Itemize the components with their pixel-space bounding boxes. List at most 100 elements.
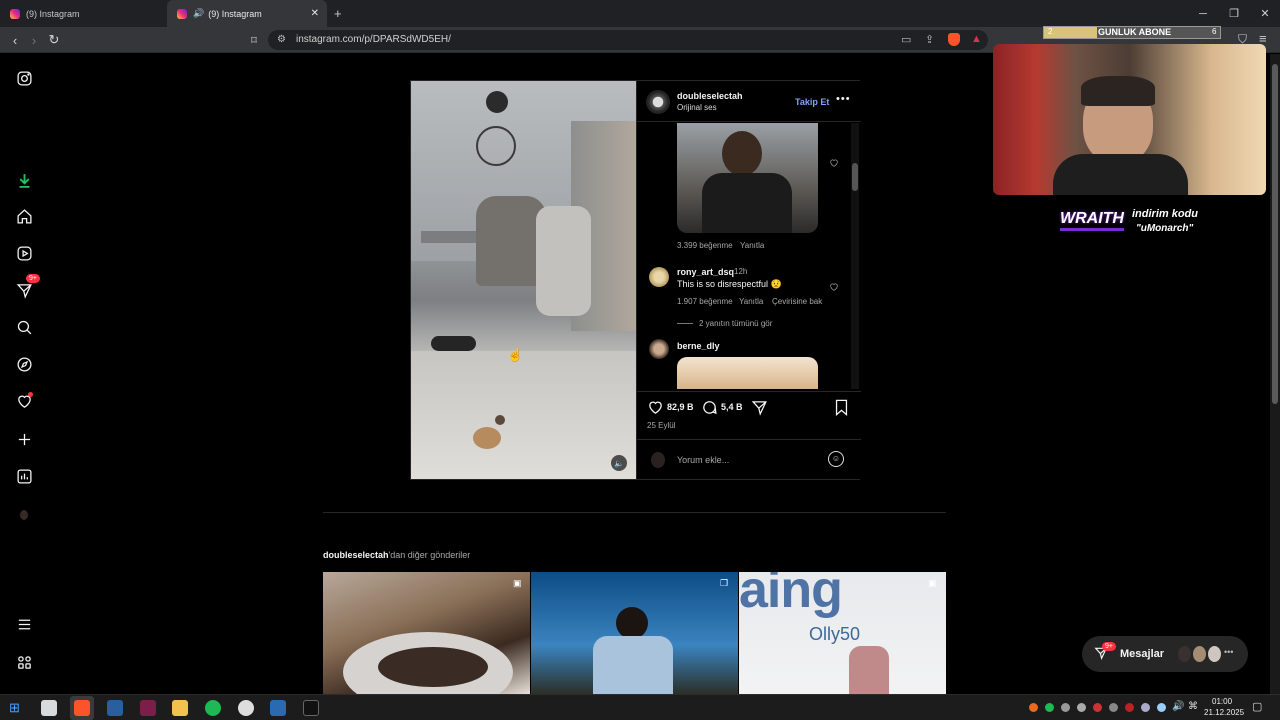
start-icon[interactable]: ⊞ bbox=[9, 700, 20, 716]
audio-label[interactable]: Orijinal ses bbox=[677, 103, 717, 112]
share-icon[interactable] bbox=[751, 399, 768, 421]
commenter-username[interactable]: rony_art_dsq bbox=[677, 267, 734, 277]
also-from-meta-icon[interactable] bbox=[14, 652, 34, 672]
like-count[interactable]: 82,9 B bbox=[667, 402, 694, 412]
brave-taskbar-icon[interactable] bbox=[74, 700, 90, 716]
reload-icon[interactable]: ↻ bbox=[45, 31, 63, 49]
post-sidebar: doubleselectah Orijinal ses Takip Et •••… bbox=[636, 81, 861, 479]
tray-icon[interactable] bbox=[1077, 703, 1086, 712]
forward-icon[interactable]: › bbox=[25, 31, 43, 49]
notifications-heart-icon[interactable] bbox=[14, 391, 34, 411]
new-tab-button[interactable]: + bbox=[334, 0, 350, 27]
app-taskbar-icon[interactable] bbox=[140, 700, 156, 716]
comment-count[interactable]: 5,4 B bbox=[721, 402, 743, 412]
more-menu-icon[interactable] bbox=[14, 614, 34, 634]
mouse-cursor: ☝ bbox=[507, 347, 524, 362]
like-comment-icon[interactable] bbox=[829, 155, 839, 173]
tray-icon[interactable] bbox=[1109, 703, 1118, 712]
share-icon[interactable]: ⇪ bbox=[925, 33, 934, 46]
reels-icon[interactable] bbox=[14, 243, 34, 263]
tray-icon[interactable] bbox=[1141, 703, 1150, 712]
brave-rewards-icon[interactable]: ▲ bbox=[971, 33, 982, 45]
messages-button[interactable]: 9+ Mesajlar ••• bbox=[1082, 636, 1248, 672]
page-scrollbar[interactable] bbox=[1270, 54, 1280, 694]
volume-icon[interactable]: 🔊 bbox=[1172, 701, 1184, 712]
comment-likes[interactable]: 1.907 beğenme bbox=[677, 297, 733, 306]
reel-icon: ▣ bbox=[513, 578, 522, 588]
home-icon[interactable] bbox=[14, 206, 34, 226]
like-comment-icon[interactable] bbox=[829, 279, 839, 297]
instagram-logo-icon[interactable] bbox=[14, 68, 34, 88]
more-posts-author[interactable]: doubleselectah bbox=[323, 550, 389, 560]
more-post-thumb-3[interactable]: aing Olly50 ▣ bbox=[739, 572, 946, 694]
explore-icon[interactable] bbox=[14, 354, 34, 374]
store-icon[interactable] bbox=[41, 700, 57, 716]
comment-icon[interactable] bbox=[701, 399, 718, 421]
comments-scrollbar[interactable] bbox=[851, 123, 859, 389]
site-settings-icon[interactable]: ⚙ bbox=[277, 34, 286, 45]
spotify-icon[interactable] bbox=[205, 700, 221, 716]
conversation-avatar bbox=[1178, 646, 1191, 662]
file-explorer-icon[interactable] bbox=[172, 700, 188, 716]
post-video[interactable]: 🔈 ☝ bbox=[411, 81, 636, 479]
download-extension-icon[interactable] bbox=[14, 170, 34, 190]
reply-link[interactable]: Yanıtla bbox=[740, 241, 764, 250]
more-icon: ••• bbox=[1224, 647, 1234, 657]
view-replies-link[interactable]: 2 yanıtın tümünü gör bbox=[699, 319, 772, 328]
steam-taskbar-icon[interactable] bbox=[107, 700, 123, 716]
network-icon[interactable]: ⌘ bbox=[1188, 701, 1198, 712]
clock-time[interactable]: 01:00 bbox=[1212, 697, 1232, 706]
tray-icon[interactable] bbox=[1061, 703, 1070, 712]
bookmark-icon[interactable]: ⌑ bbox=[245, 31, 263, 49]
save-icon[interactable] bbox=[834, 399, 849, 421]
comment-likes[interactable]: 3.399 beğenme bbox=[677, 241, 733, 250]
comment-input[interactable]: Yorum ekle... bbox=[677, 455, 729, 465]
chair bbox=[536, 206, 591, 316]
close-window-icon[interactable]: ✕ bbox=[1250, 0, 1280, 27]
author-avatar[interactable] bbox=[646, 90, 670, 114]
tab-instagram-1[interactable]: (9) Instagram bbox=[0, 0, 165, 27]
commenter-avatar[interactable] bbox=[649, 339, 669, 359]
mute-icon[interactable]: 🔈 bbox=[611, 455, 627, 471]
minimize-icon[interactable]: ─ bbox=[1188, 0, 1218, 27]
commenter-avatar[interactable] bbox=[649, 267, 669, 287]
notification-dot bbox=[28, 392, 33, 397]
comment-gif-2[interactable] bbox=[677, 357, 818, 389]
app2-taskbar-icon[interactable] bbox=[238, 700, 254, 716]
search-icon[interactable] bbox=[14, 317, 34, 337]
back-icon[interactable]: ‹ bbox=[6, 31, 24, 49]
like-icon[interactable] bbox=[647, 399, 664, 421]
tab-title: (9) Instagram bbox=[26, 8, 80, 19]
more-post-thumb-2[interactable]: ❐ bbox=[531, 572, 738, 694]
more-options-icon[interactable]: ••• bbox=[836, 93, 851, 105]
direct-messages-icon[interactable]: 9+ bbox=[14, 274, 40, 300]
tray-icon[interactable] bbox=[1029, 703, 1038, 712]
notifications-icon[interactable]: ▢ bbox=[1252, 700, 1262, 713]
app3-taskbar-icon[interactable] bbox=[270, 700, 286, 716]
cast-icon[interactable]: ▭ bbox=[901, 33, 911, 46]
see-translation-link[interactable]: Çevirisine bak bbox=[772, 297, 822, 306]
app4-taskbar-icon[interactable] bbox=[303, 700, 319, 716]
audio-playing-icon: 🔊 bbox=[193, 8, 205, 18]
tray-icon[interactable] bbox=[1093, 703, 1102, 712]
close-tab-icon[interactable]: ✕ bbox=[311, 8, 319, 19]
tab-instagram-2[interactable]: 🔊 (9) Instagram ✕ bbox=[167, 0, 327, 27]
comment-gif-1[interactable] bbox=[677, 123, 818, 233]
tray-icon[interactable] bbox=[1125, 703, 1134, 712]
clock-date[interactable]: 21.12.2025 bbox=[1204, 708, 1244, 717]
profile-avatar[interactable] bbox=[14, 505, 34, 525]
follow-button[interactable]: Takip Et bbox=[795, 97, 829, 107]
create-icon[interactable] bbox=[14, 429, 34, 449]
author-username[interactable]: doubleselectah bbox=[677, 91, 743, 101]
instagram-left-nav: 9+ bbox=[0, 54, 48, 694]
commenter-username[interactable]: berne_dly bbox=[677, 341, 720, 351]
tray-spotify-icon[interactable] bbox=[1045, 703, 1054, 712]
dashboard-icon[interactable] bbox=[14, 466, 34, 486]
emoji-icon[interactable]: ☺ bbox=[828, 451, 844, 467]
more-post-thumb-1[interactable]: ▣ bbox=[323, 572, 530, 694]
address-bar[interactable]: ⚙ instagram.com/p/DPARSdWD5EH/ ▭ ⇪ ▲ bbox=[268, 30, 988, 50]
restore-icon[interactable]: ❐ bbox=[1219, 0, 1249, 27]
brave-shield-icon[interactable] bbox=[948, 33, 960, 46]
tray-icon[interactable] bbox=[1157, 703, 1166, 712]
reply-link[interactable]: Yanıtla bbox=[739, 297, 763, 306]
